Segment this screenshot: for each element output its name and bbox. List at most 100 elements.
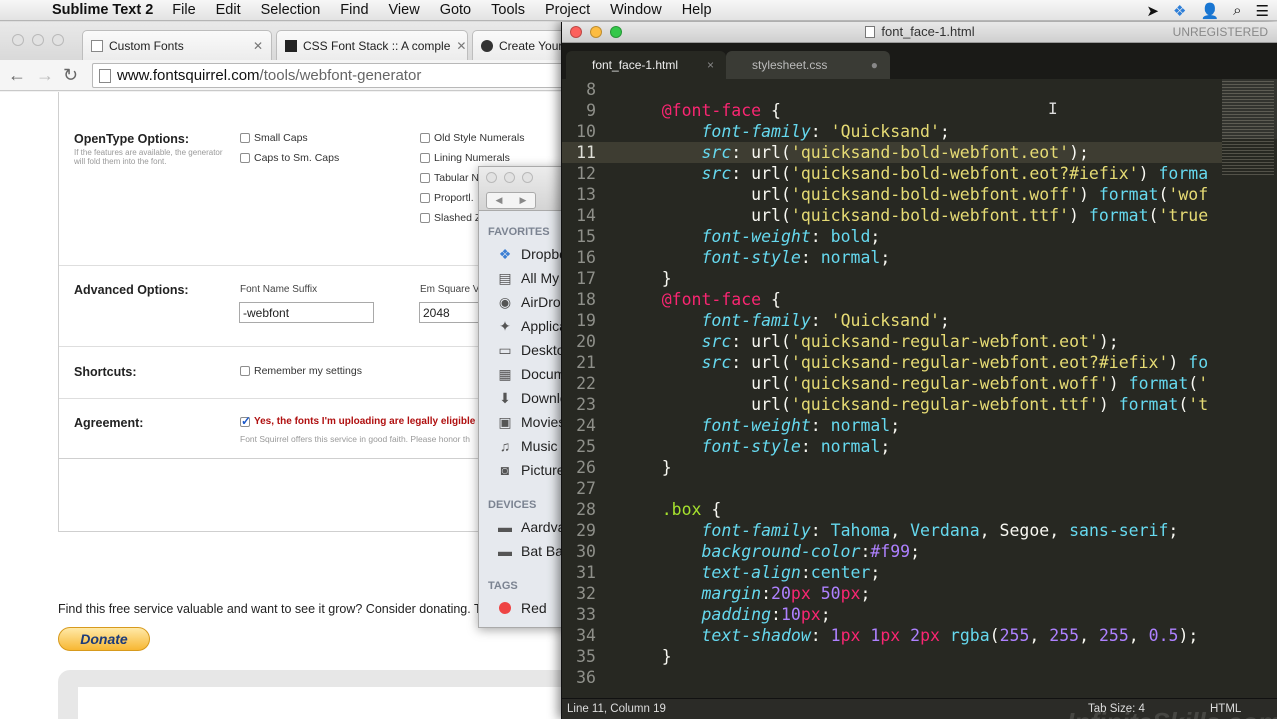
unsaved-dot-icon[interactable]: ● xyxy=(871,51,878,79)
minimize-window-button[interactable] xyxy=(590,26,602,38)
caps-to-small-caps-checkbox[interactable]: Caps to Sm. Caps xyxy=(240,152,339,164)
menu-edit[interactable]: Edit xyxy=(216,2,241,18)
agreement-checkbox[interactable]: Yes, the fonts I'm uploading are legally… xyxy=(240,414,476,428)
zoom-window-button[interactable] xyxy=(610,26,622,38)
dropbox-status-icon[interactable]: ❖ xyxy=(1173,2,1186,20)
remember-settings-checkbox[interactable]: Remember my settings xyxy=(240,365,362,377)
menu-tools[interactable]: Tools xyxy=(491,2,525,18)
close-tab-icon[interactable]: ✕ xyxy=(247,39,263,53)
menu-find[interactable]: Find xyxy=(340,2,368,18)
sidebar-item-pictures[interactable]: ◙ Picture xyxy=(479,458,567,482)
checkbox[interactable] xyxy=(420,213,430,223)
line-number: 11 xyxy=(562,142,622,163)
favorites-header: FAVORITES xyxy=(488,226,550,238)
sidebar-item-music[interactable]: ♫ Music xyxy=(479,434,567,458)
menu-selection[interactable]: Selection xyxy=(261,2,321,18)
forward-arrow-icon[interactable]: ▶ xyxy=(511,193,535,208)
lining-numerals-checkbox[interactable]: Lining Numerals xyxy=(420,152,510,164)
menu-help[interactable]: Help xyxy=(682,2,712,18)
minimize-window-button[interactable] xyxy=(504,172,515,183)
cursor-position: Line 11, Column 19 xyxy=(567,703,666,715)
close-window-button[interactable] xyxy=(12,34,24,46)
sidebar-item-device-aardvark[interactable]: ▬ Aardva xyxy=(479,515,567,539)
back-arrow-icon[interactable]: ← xyxy=(8,65,26,86)
sidebar-item-dropbox[interactable]: ❖ Dropbo xyxy=(479,242,567,266)
agreement-text: Yes, the fonts I'm uploading are legally… xyxy=(254,416,476,427)
editor-tab-font-face[interactable]: font_face-1.html × xyxy=(566,51,726,79)
location-arrow-icon[interactable]: ➤ xyxy=(1146,2,1159,20)
menu-goto[interactable]: Goto xyxy=(440,2,471,18)
sidebar-item-label: Music xyxy=(521,438,558,454)
music-icon: ♫ xyxy=(499,438,511,454)
menu-window[interactable]: Window xyxy=(610,2,662,18)
editor-tab-stylesheet[interactable]: stylesheet.css ● xyxy=(726,51,890,79)
donate-button[interactable]: Donate xyxy=(58,627,150,651)
minimap[interactable] xyxy=(1222,79,1277,699)
address-bar[interactable]: www.fontsquirrel.com/tools/webfont-gener… xyxy=(92,63,592,88)
sidebar-item-tag-red[interactable]: Red xyxy=(479,596,567,620)
sidebar-item-airdrop[interactable]: ◉ AirDro xyxy=(479,290,567,314)
minimap-viewport[interactable] xyxy=(1222,79,1277,139)
checkbox-checked[interactable] xyxy=(240,414,251,428)
checkbox[interactable] xyxy=(420,133,430,143)
back-arrow-icon[interactable]: ◀ xyxy=(487,193,511,208)
line-number: 33 xyxy=(576,605,596,624)
slashed-zero-checkbox[interactable]: Slashed Z xyxy=(420,212,481,224)
checkbox-label: Old Style Numerals xyxy=(434,132,525,144)
sidebar-item-desktop[interactable]: ▭ Deskto xyxy=(479,338,567,362)
sidebar-item-label: AirDro xyxy=(521,294,561,310)
sidebar-item-label: Picture xyxy=(521,462,565,478)
sidebar-item-all-my-files[interactable]: ▤ All My xyxy=(479,266,567,290)
checkbox[interactable] xyxy=(240,133,250,143)
spotlight-search-icon[interactable]: ⌕ xyxy=(1233,2,1241,19)
code-line: url('quicksand-bold-webfont.woff') forma… xyxy=(751,185,1209,204)
code-editor[interactable]: @font-face { font-family: 'Quicksand'; s… xyxy=(622,79,1222,699)
browser-tab-css-font-stack[interactable]: CSS Font Stack :: A comple ✕ xyxy=(276,30,468,60)
font-name-suffix-input[interactable] xyxy=(239,302,374,323)
minimize-window-button[interactable] xyxy=(32,34,44,46)
checkbox[interactable] xyxy=(240,366,250,376)
sidebar-item-downloads[interactable]: ⬇ Downlo xyxy=(479,386,567,410)
forward-arrow-icon[interactable]: → xyxy=(36,65,54,86)
sidebar-item-label: Docum xyxy=(521,366,566,382)
old-style-numerals-checkbox[interactable]: Old Style Numerals xyxy=(420,132,524,144)
checkbox[interactable] xyxy=(240,153,250,163)
checkbox-label: Small Caps xyxy=(254,132,308,144)
close-tab-icon[interactable]: ✕ xyxy=(450,39,466,53)
menu-view[interactable]: View xyxy=(389,2,420,18)
code-line: url('quicksand-bold-webfont.ttf') format… xyxy=(751,206,1209,225)
sidebar-item-movies[interactable]: ▣ Movies xyxy=(479,410,567,434)
checkbox[interactable] xyxy=(420,153,430,163)
menu-project[interactable]: Project xyxy=(545,2,590,18)
menu-file[interactable]: File xyxy=(172,2,195,18)
app-menu[interactable]: Sublime Text 2 xyxy=(52,2,153,18)
small-caps-checkbox[interactable]: Small Caps xyxy=(240,132,308,144)
user-icon[interactable]: 👤 xyxy=(1200,2,1219,20)
zoom-window-button[interactable] xyxy=(52,34,64,46)
line-number: 35 xyxy=(576,647,596,666)
reload-icon[interactable]: ↻ xyxy=(63,65,78,86)
sidebar-item-documents[interactable]: ▦ Docum xyxy=(479,362,567,386)
code-line: font-weight: bold; xyxy=(701,227,881,246)
tab-title: Custom Fonts xyxy=(109,38,184,53)
em-square-value-input[interactable] xyxy=(419,302,479,323)
sidebar-item-applications[interactable]: ✦ Applica xyxy=(479,314,567,338)
checkbox[interactable] xyxy=(420,173,430,183)
downloads-icon: ⬇ xyxy=(499,389,511,406)
close-window-button[interactable] xyxy=(570,26,582,38)
browser-tab-custom-fonts[interactable]: Custom Fonts ✕ xyxy=(82,30,272,60)
zoom-window-button[interactable] xyxy=(522,172,533,183)
proportional-numerals-checkbox[interactable]: Proportl. xyxy=(420,192,474,204)
code-line: } xyxy=(622,647,672,666)
line-number: 29 xyxy=(576,521,596,540)
notification-list-icon[interactable]: ☰ xyxy=(1256,2,1269,20)
line-number: 15 xyxy=(576,227,596,246)
line-number: 21 xyxy=(576,353,596,372)
sidebar-item-device-bat-backup[interactable]: ▬ Bat Bac xyxy=(479,539,567,563)
tabular-numerals-checkbox[interactable]: Tabular N xyxy=(420,172,479,184)
close-window-button[interactable] xyxy=(486,172,497,183)
close-tab-icon[interactable]: × xyxy=(707,51,714,79)
checkbox[interactable] xyxy=(420,193,430,203)
donate-prompt: Find this free service valuable and want… xyxy=(58,602,496,616)
